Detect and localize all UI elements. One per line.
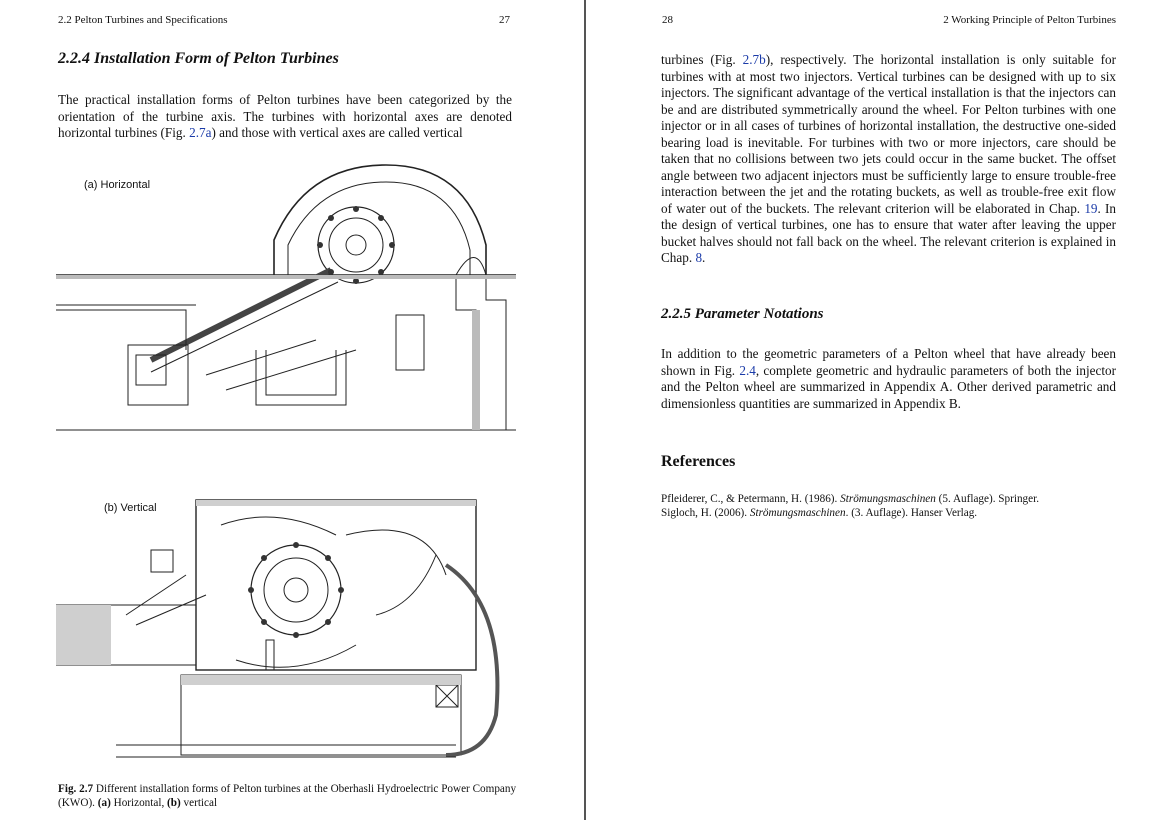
page-number-left: 27 (499, 14, 510, 26)
section-heading-2-2-4: 2.2.4 Installation Form of Pelton Turbin… (58, 50, 339, 67)
para1-mid: ), respectively. The horizontal installa… (661, 52, 1116, 216)
reference-authors: Pfleiderer, C., & Petermann, H. (1986). (661, 493, 841, 505)
caption-b: (b) (167, 797, 181, 809)
caption-prefix: Fig. 2.7 (58, 783, 94, 795)
page-gutter (584, 0, 586, 820)
chap-19-link[interactable]: 19 (1084, 201, 1097, 216)
left-page: 2.2 Pelton Turbines and Specifications 2… (0, 0, 584, 820)
right-page: 28 2 Working Principle of Pelton Turbine… (588, 0, 1172, 820)
reference-authors: Sigloch, H. (2006). (661, 507, 750, 519)
reference-details: (5. Auflage). Springer. (935, 493, 1040, 505)
caption-a-text: Horizontal, (110, 797, 168, 809)
reference-item: Sigloch, H. (2006). Strömungsmaschinen. … (661, 506, 1121, 520)
reference-item: Pfleiderer, C., & Petermann, H. (1986). … (661, 492, 1121, 506)
intro-paragraph: The practical installation forms of Pelt… (58, 92, 512, 142)
references-heading: References (661, 453, 736, 470)
section-heading-2-2-5: 2.2.5 Parameter Notations (661, 306, 824, 322)
running-head-right: 2 Working Principle of Pelton Turbines (943, 14, 1116, 26)
caption-a: (a) (97, 797, 111, 809)
para1-start: turbines (Fig. (661, 52, 743, 67)
horizontal-turbine-drawing (56, 164, 516, 431)
fig-2-4-link[interactable]: 2.4 (739, 363, 755, 378)
figure-caption: Fig. 2.7 Different installation forms of… (58, 782, 518, 810)
intro-tail: ) and those with vertical axes are calle… (211, 125, 463, 140)
vertical-turbine-drawing (56, 499, 500, 758)
reference-title: Strömungsmaschinen (749, 507, 846, 519)
running-head-left: 2.2 Pelton Turbines and Specifications (58, 14, 228, 26)
page-number-right: 28 (662, 14, 673, 26)
reference-details: . (3. Auflage). Hanser Verlag. (845, 507, 978, 519)
continuation-paragraph: turbines (Fig. 2.7b), respectively. The … (661, 52, 1116, 267)
fig-2-7a-link[interactable]: 2.7a (189, 125, 211, 140)
fig-2-7b-link[interactable]: 2.7b (743, 52, 766, 67)
caption-b-text: vertical (180, 797, 218, 809)
para1-end: . (702, 250, 706, 265)
parameter-paragraph: In addition to the geometric parameters … (661, 346, 1116, 412)
reference-title: Strömungsmaschinen (840, 493, 936, 505)
